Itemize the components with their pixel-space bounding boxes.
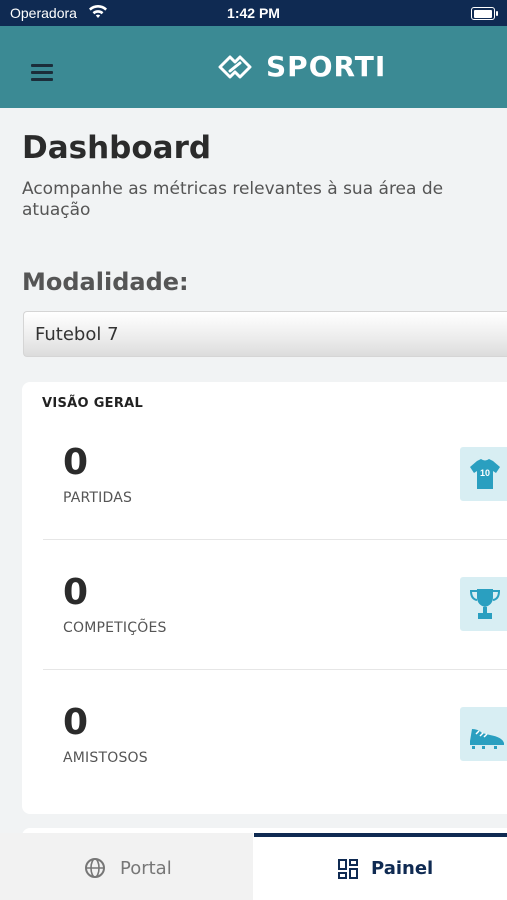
battery-icon [471,7,498,20]
trophy-icon [460,577,507,631]
app-name: SPORTI [266,50,387,83]
stat-amistosos: 0 AMISTOSOS [22,642,507,772]
modality-label: Modalidade: [22,268,189,296]
modality-select[interactable]: Futebol 7 [23,311,507,357]
stat-label: AMISTOSOS [63,750,148,766]
svg-text:10: 10 [480,468,490,478]
stat-partidas: 0 PARTIDAS 10 [22,382,507,512]
stat-value: 0 [63,442,89,483]
hamburger-menu-button[interactable] [31,64,55,82]
stat-competicoes: 0 COMPETIÇÕES [22,512,507,642]
dashboard-icon [338,859,358,879]
tab-portal[interactable]: Portal [0,833,253,900]
app-logo: SPORTI [218,50,386,83]
modality-selected-value: Futebol 7 [35,324,119,345]
tab-painel[interactable]: Painel [254,833,507,900]
bottom-tab-bar: Portal Painel [0,833,507,900]
stat-label: COMPETIÇÕES [63,620,167,636]
page-title: Dashboard [22,130,212,166]
globe-icon [85,858,105,878]
page-subtitle: Acompanhe as métricas relevantes à sua á… [22,179,444,220]
clock: 1:42 PM [227,5,280,21]
tab-painel-label: Painel [371,858,434,879]
stat-value: 0 [63,702,89,743]
jersey-icon: 10 [460,447,507,501]
stat-value: 0 [63,572,89,613]
status-bar: Operadora 1:42 PM [0,0,507,26]
cleat-icon [460,707,507,761]
logo-mark-icon [218,55,252,78]
stat-label: PARTIDAS [63,490,133,506]
tab-portal-label: Portal [120,858,172,879]
app-header: SPORTI [0,26,507,108]
overview-card: VISÃO GERAL 0 PARTIDAS 10 0 COMPETIÇÕES … [22,382,507,814]
